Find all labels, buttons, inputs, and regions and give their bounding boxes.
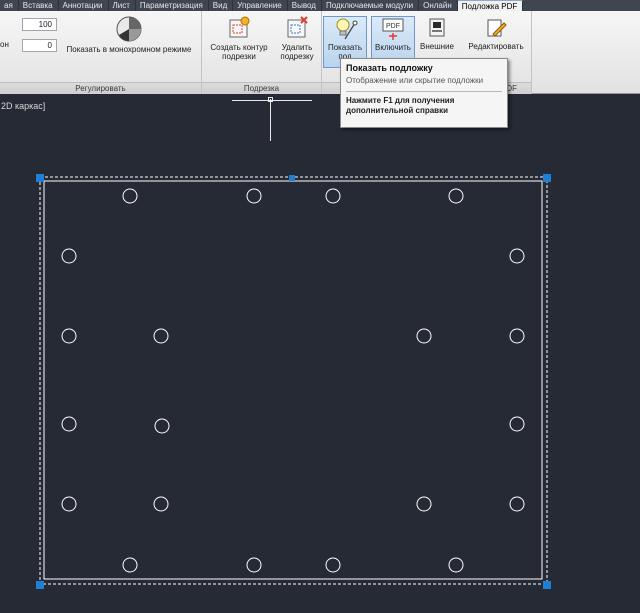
hole-circle	[122, 188, 138, 204]
panel-adjust: 100 он 0 Показать в монохромном режиме Р…	[0, 11, 202, 94]
hole-circle	[153, 496, 169, 512]
hole-circle	[325, 188, 341, 204]
tooltip-help: Нажмите F1 для получения дополнительной …	[346, 96, 455, 115]
panel-clip: Создать контур подрезки Удалить подрезку…	[202, 11, 322, 94]
grip-bottom-right[interactable]	[543, 581, 551, 589]
hole-circle	[325, 557, 341, 573]
ribbon-tab-bar: ая Вставка Аннотации Лист Параметризация Вид У…	[0, 0, 640, 11]
panel-title-clip: Подрезка	[202, 82, 321, 94]
ribbon-tab[interactable]: Лист	[109, 0, 136, 11]
drawing-canvas[interactable]	[0, 95, 640, 613]
edit-pdf-icon	[487, 19, 507, 37]
edit-label: Редактировать	[468, 42, 524, 51]
monochrome-icon	[116, 16, 142, 42]
remove-clip-button[interactable]: Удалить подрезку	[274, 15, 320, 73]
ribbon-tab[interactable]: Вид	[209, 0, 234, 11]
panel-title-adjust: Регулировать	[0, 82, 201, 94]
tooltip-divider	[346, 91, 502, 92]
hole-circle	[61, 416, 77, 432]
hole-circle	[509, 328, 525, 344]
external-references-icon	[429, 18, 445, 37]
contrast-field[interactable]: 0	[22, 39, 57, 52]
create-clip-label: Создать контур подрезки	[210, 43, 268, 61]
hole-circle	[448, 188, 464, 204]
tooltip-description: Отображение или скрытие подложки	[346, 76, 484, 85]
ribbon-tab[interactable]: Вывод	[288, 0, 322, 11]
fade-field[interactable]: 100	[22, 18, 57, 31]
pdf-snap-icon: PDF	[382, 18, 404, 40]
tooltip-title: Показать подложку	[346, 63, 433, 73]
grip-top-right[interactable]	[543, 174, 551, 182]
svg-text:PDF: PDF	[386, 23, 400, 30]
ribbon-tab[interactable]: ая	[0, 0, 19, 11]
ribbon-tab[interactable]: Параметризация	[136, 0, 209, 11]
ribbon: 100 он 0 Показать в монохромном режиме Р…	[0, 11, 640, 94]
external-references-label: Внешние	[420, 42, 454, 51]
hole-circle	[246, 188, 262, 204]
contrast-label: он	[0, 40, 9, 49]
hole-circle	[61, 328, 77, 344]
ribbon-tab[interactable]: Вставка	[19, 0, 59, 11]
drawing-viewport[interactable]: 2D каркас]	[0, 95, 640, 613]
create-clip-icon	[229, 16, 250, 38]
hole-circle	[509, 496, 525, 512]
hole-circle	[153, 328, 169, 344]
hole-circle	[448, 557, 464, 573]
ribbon-tab[interactable]: Подключаемые модули	[322, 0, 420, 11]
remove-clip-icon	[287, 16, 308, 38]
hole-circle	[122, 557, 138, 573]
hole-circle	[416, 496, 432, 512]
hole-circle	[509, 416, 525, 432]
hole-circle	[509, 248, 525, 264]
lightbulb-icon	[336, 18, 358, 40]
grip-top-middle[interactable]	[289, 175, 295, 181]
hole-circle	[416, 328, 432, 344]
remove-clip-label: Удалить подрезку	[280, 43, 314, 61]
grip-top-left[interactable]	[36, 174, 44, 182]
hole-circle	[154, 418, 170, 434]
hole-circle	[246, 557, 262, 573]
ribbon-tab[interactable]: Управление	[233, 0, 288, 11]
create-clip-button[interactable]: Создать контур подрезки	[204, 15, 274, 73]
hole-circle	[61, 496, 77, 512]
underlay-boundary[interactable]	[43, 180, 543, 580]
selection-dashed-frame	[39, 176, 548, 585]
enable-snap-label: Включить	[375, 43, 411, 52]
ribbon-tab[interactable]: Аннотации	[59, 0, 109, 11]
monochrome-label: Показать в монохромном режиме	[66, 45, 192, 54]
ribbon-tab[interactable]: Онлайн	[419, 0, 458, 11]
hole-circle	[61, 248, 77, 264]
monochrome-button[interactable]: Показать в монохромном режиме	[58, 15, 200, 73]
tooltip: Показать подложку Отображение или скрыти…	[340, 58, 508, 128]
ribbon-tab[interactable]: Подложка PDF	[457, 0, 524, 11]
grip-bottom-left[interactable]	[36, 581, 44, 589]
